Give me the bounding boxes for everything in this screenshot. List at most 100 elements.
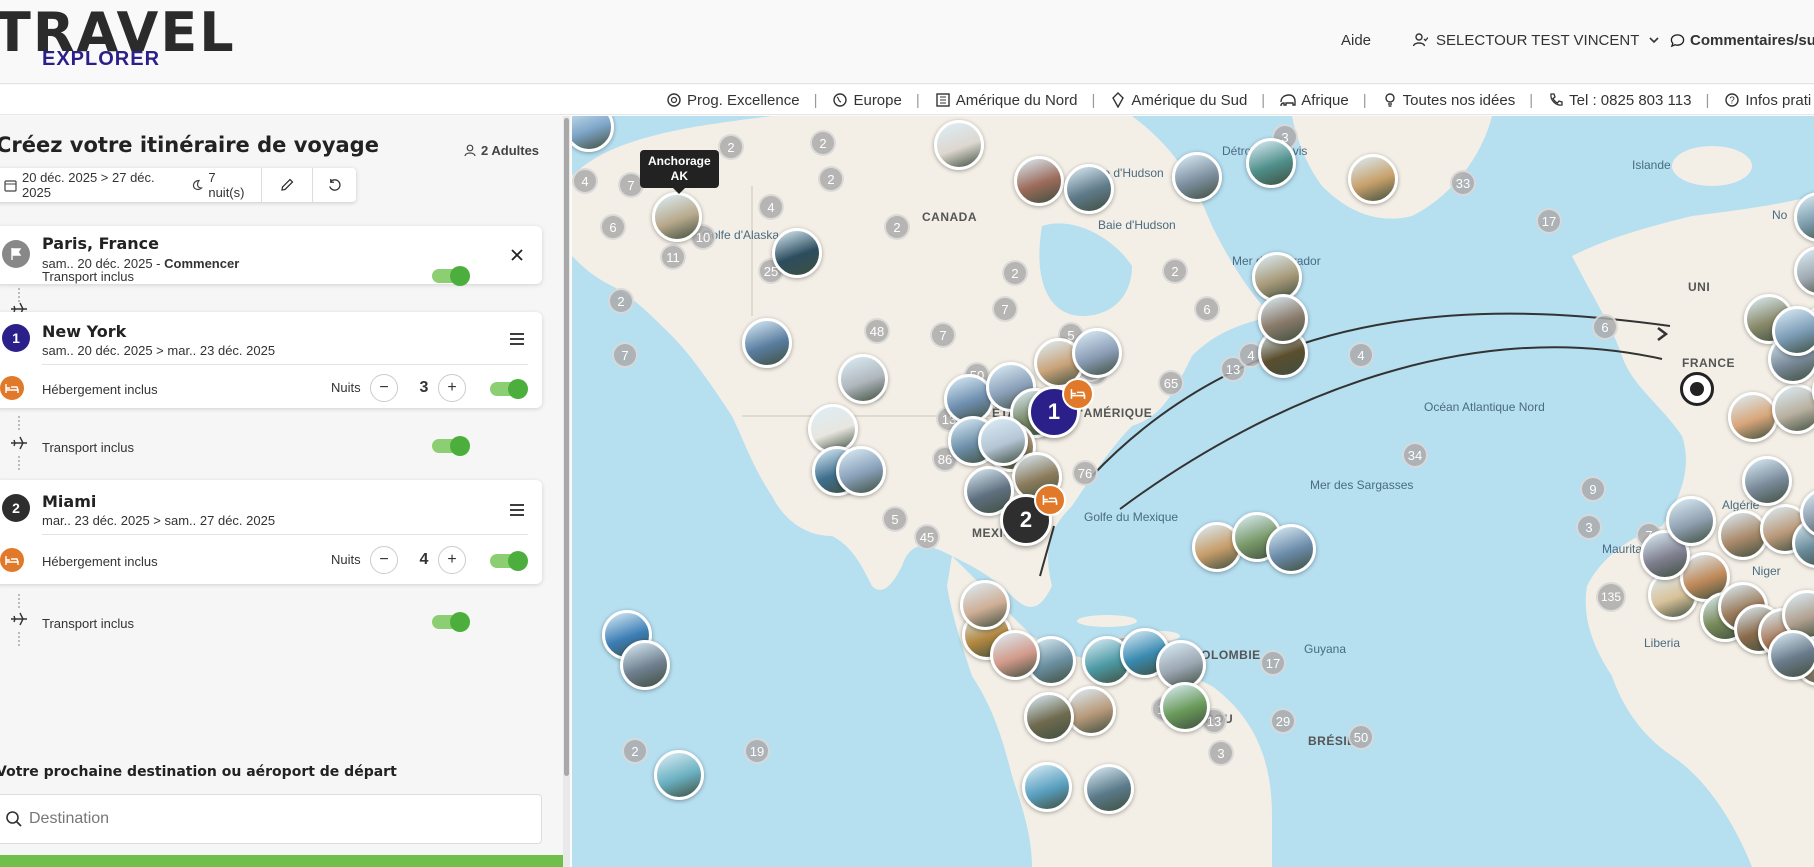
date-range[interactable]: 20 déc. 2025 > 27 déc. 2025 7 nuit(s)	[0, 168, 261, 202]
map-cluster[interactable]: 135	[1596, 582, 1626, 612]
reset-button[interactable]	[313, 168, 356, 202]
destination-thumbnail[interactable]	[1024, 692, 1074, 742]
map-cluster[interactable]: 2	[818, 166, 844, 192]
travelers-button[interactable]: 2 Adultes	[464, 143, 539, 158]
map-cluster[interactable]: 9	[1580, 476, 1606, 502]
destination-thumbnail[interactable]	[1728, 392, 1778, 442]
nav-infos-pratiques[interactable]: ? Infos prati	[1723, 91, 1811, 109]
lodging-marker-1[interactable]	[1062, 378, 1094, 410]
destination-thumbnail[interactable]	[1160, 682, 1210, 732]
destination-thumbnail[interactable]	[620, 640, 670, 690]
destination-thumbnail[interactable]	[1084, 764, 1134, 814]
user-menu[interactable]: SELECTOUR TEST VINCENT	[1411, 28, 1663, 52]
map-cluster[interactable]: 34	[1402, 442, 1428, 468]
nav-toutes-idees[interactable]: Toutes nos idées	[1381, 91, 1515, 109]
nights-increment-button[interactable]: +	[438, 546, 466, 574]
map-cluster[interactable]: 7	[992, 296, 1018, 322]
destination-thumbnail[interactable]	[654, 750, 704, 800]
map-cluster[interactable]: 19	[744, 738, 770, 764]
map-cluster[interactable]: 2	[718, 134, 744, 160]
destination-thumbnail[interactable]	[960, 580, 1010, 630]
map-cluster[interactable]: 6	[1194, 296, 1220, 322]
map-cluster[interactable]: 2	[810, 130, 836, 156]
destination-thumbnail[interactable]	[836, 446, 886, 496]
map-cluster[interactable]: 5	[882, 506, 908, 532]
map-cluster[interactable]: 50	[1348, 724, 1374, 750]
map-cluster[interactable]: 76	[1072, 460, 1098, 486]
nav-prog-excellence[interactable]: Prog. Excellence	[665, 91, 800, 109]
destination-thumbnail[interactable]	[1258, 294, 1308, 344]
sidebar-scrollbar[interactable]	[564, 118, 569, 776]
edit-dates-button[interactable]	[262, 168, 312, 202]
lodging-toggle[interactable]	[490, 551, 528, 571]
destination-thumbnail[interactable]	[1014, 156, 1064, 206]
destination-thumbnail[interactable]	[1772, 384, 1814, 434]
nights-increment-button[interactable]: +	[438, 374, 466, 402]
map-cluster[interactable]: 3	[1576, 514, 1602, 540]
map-cluster[interactable]: 17	[1260, 650, 1286, 676]
destination-thumbnail[interactable]	[742, 318, 792, 368]
destination-thumbnail[interactable]	[1172, 152, 1222, 202]
map-cluster[interactable]: 17	[1536, 208, 1562, 234]
map-cluster[interactable]: 4	[572, 168, 598, 194]
destination-thumbnail[interactable]	[838, 354, 888, 404]
destination-thumbnail[interactable]	[1348, 154, 1398, 204]
destination-thumbnail[interactable]	[1768, 630, 1814, 680]
map-cluster[interactable]: 29	[1270, 708, 1296, 734]
transport-toggle[interactable]	[432, 612, 470, 632]
map-cluster[interactable]: 45	[914, 524, 940, 550]
map-cluster[interactable]: 4	[758, 194, 784, 220]
nights-decrement-button[interactable]: −	[370, 374, 398, 402]
destination-thumbnail[interactable]	[1772, 306, 1814, 356]
destination-thumbnail[interactable]	[1066, 686, 1116, 736]
comments-link[interactable]: Commentaires/su	[1668, 28, 1814, 52]
nav-amerique-sud[interactable]: Amérique du Sud	[1109, 91, 1247, 109]
destination-input[interactable]	[29, 803, 519, 835]
paris-marker[interactable]	[1680, 372, 1714, 406]
map-cluster[interactable]: 7	[930, 322, 956, 348]
destination-field[interactable]	[0, 794, 542, 844]
destination-thumbnail[interactable]	[1246, 138, 1296, 188]
map-cluster[interactable]: 33	[1450, 170, 1476, 196]
map-cluster[interactable]: 2	[608, 288, 634, 314]
destination-thumbnail[interactable]	[978, 416, 1028, 466]
destination-thumbnail[interactable]	[990, 630, 1040, 680]
drag-handle[interactable]	[506, 499, 528, 521]
destination-thumbnail[interactable]	[772, 228, 822, 278]
bottom-action-bar[interactable]	[0, 855, 570, 867]
map-cluster[interactable]: 7	[612, 342, 638, 368]
destination-thumbnail[interactable]	[1742, 456, 1792, 506]
destination-thumbnail[interactable]	[1666, 496, 1716, 546]
nav-afrique[interactable]: Afrique	[1279, 91, 1349, 109]
map-cluster[interactable]: 2	[1162, 258, 1188, 284]
map-cluster[interactable]: 6	[600, 214, 626, 240]
nav-amerique-nord[interactable]: Amérique du Nord	[934, 91, 1077, 109]
destination-thumbnail[interactable]	[1266, 524, 1316, 574]
nav-phone[interactable]: Tel : 0825 803 113	[1547, 91, 1691, 109]
map-cluster[interactable]: 2	[884, 214, 910, 240]
map-cluster[interactable]: 3	[1208, 740, 1234, 766]
destination-thumbnail[interactable]	[1064, 164, 1114, 214]
nav-europe[interactable]: Europe	[831, 91, 902, 109]
destination-thumbnail[interactable]	[934, 120, 984, 170]
map-cluster[interactable]: 6	[1592, 314, 1618, 340]
nights-decrement-button[interactable]: −	[370, 546, 398, 574]
world-map[interactable]: Détroit de Davis Baie d'Hudson Baie d'Hu…	[572, 116, 1814, 867]
lodging-toggle[interactable]	[490, 379, 528, 399]
destination-thumbnail[interactable]	[1022, 762, 1072, 812]
travel-explorer-logo[interactable]: TRAVEL EXPLORER	[0, 6, 234, 71]
transport-toggle[interactable]	[432, 266, 470, 286]
destination-thumbnail[interactable]	[1072, 328, 1122, 378]
map-cluster[interactable]: 48	[864, 318, 890, 344]
transport-toggle[interactable]	[432, 436, 470, 456]
drag-handle[interactable]	[506, 328, 528, 350]
map-cluster[interactable]: 65	[1158, 370, 1184, 396]
remove-start-button[interactable]	[506, 244, 528, 266]
map-cluster[interactable]: 2	[622, 738, 648, 764]
map-cluster[interactable]: 2	[1002, 260, 1028, 286]
map-cluster[interactable]: 4	[1348, 342, 1374, 368]
map-cluster[interactable]: 11	[660, 244, 686, 270]
help-link[interactable]: Aide	[1341, 28, 1371, 52]
lodging-marker-2[interactable]	[1034, 484, 1066, 516]
destination-thumbnail[interactable]	[652, 192, 702, 242]
